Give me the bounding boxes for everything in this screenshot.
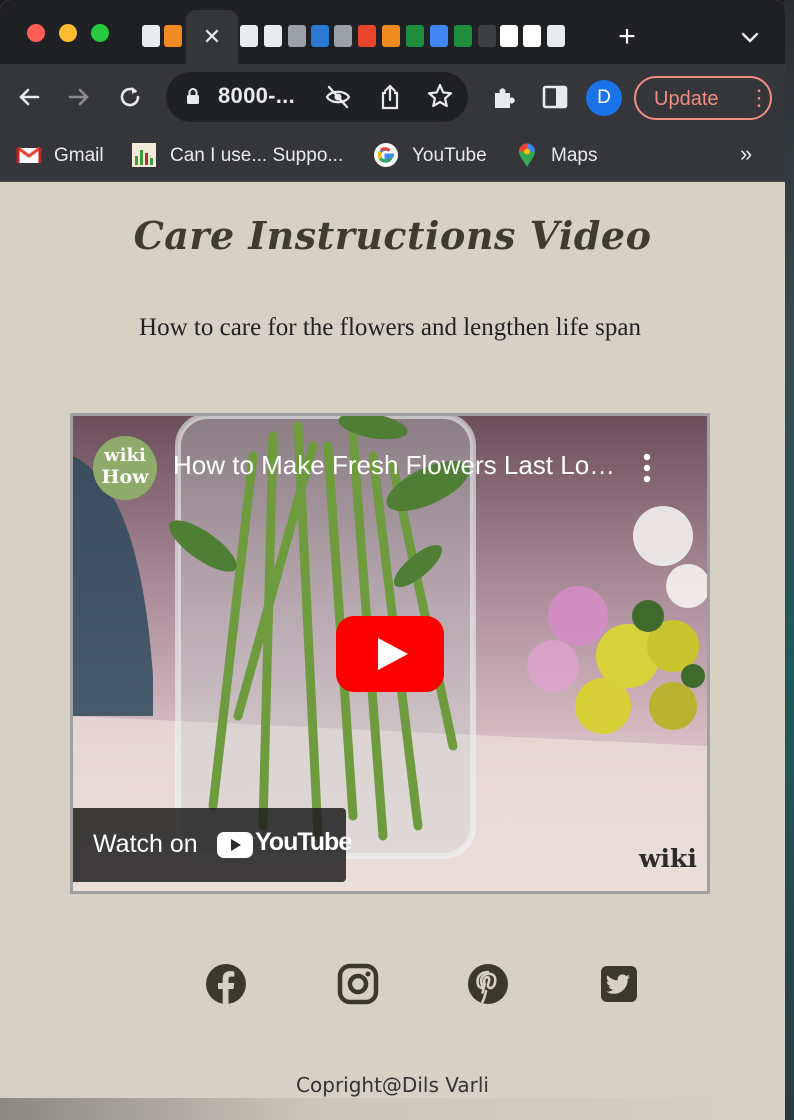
profile-avatar[interactable]: D — [586, 80, 622, 116]
copyright-text: Copright@Dils Varli — [296, 1073, 489, 1097]
twitter-icon[interactable] — [598, 963, 640, 1005]
instagram-icon[interactable] — [337, 963, 379, 1005]
bookmarks-bar: Gmail Can I use... Suppo... YouTube Maps… — [0, 130, 785, 182]
google-icon — [374, 143, 398, 167]
new-tab-button[interactable]: + — [612, 22, 642, 52]
share-icon[interactable] — [378, 83, 402, 111]
back-arrow-icon[interactable] — [14, 82, 44, 112]
more-options-icon[interactable] — [635, 450, 659, 486]
reload-icon[interactable] — [115, 82, 145, 112]
pinterest-icon[interactable] — [467, 963, 509, 1005]
youtube-embed[interactable]: wiki How How to Make Fresh Flowers Last … — [70, 413, 710, 894]
address-bar[interactable]: 8000-... — [166, 72, 468, 122]
tab-favicon[interactable] — [358, 25, 376, 47]
youtube-logo-icon — [217, 832, 253, 858]
page-content: Care Instructions Video How to care for … — [0, 183, 785, 1120]
forward-arrow-icon[interactable] — [64, 82, 94, 112]
tab-favicon[interactable] — [430, 25, 448, 47]
extensions-puzzle-icon[interactable] — [490, 82, 520, 112]
channel-avatar[interactable]: wiki How — [93, 436, 157, 500]
lock-icon[interactable] — [186, 87, 200, 105]
tab-favicon[interactable] — [264, 25, 282, 47]
browser-window: ✕ + 8000-... D Update ⋮ Gmail Can I use.… — [0, 0, 785, 1120]
tab-favicon[interactable] — [454, 25, 472, 47]
address-text[interactable]: 8000-... — [218, 83, 295, 109]
page-subtitle: How to care for the flowers and lengthen… — [139, 314, 641, 341]
maximize-window-button[interactable] — [91, 24, 109, 42]
more-menu-icon[interactable]: ⋮ — [748, 85, 770, 111]
tab-favicon[interactable] — [164, 25, 182, 47]
page-title: Care Instructions Video — [133, 213, 652, 258]
watch-on-youtube-button[interactable]: Watch on YouTube — [73, 808, 352, 882]
tab-favicon[interactable] — [334, 25, 352, 47]
bookmark-maps[interactable]: Maps — [551, 142, 597, 170]
tab-favicon[interactable] — [547, 25, 565, 47]
caniuse-icon — [132, 143, 156, 167]
bookmark-star-icon[interactable] — [426, 82, 454, 110]
update-button[interactable]: Update ⋮ — [634, 76, 772, 120]
maps-icon — [519, 143, 535, 167]
bookmark-youtube[interactable]: YouTube — [412, 142, 487, 170]
side-panel-icon[interactable] — [540, 82, 570, 112]
bookmarks-overflow-icon[interactable]: » — [740, 140, 752, 168]
gmail-icon — [16, 146, 42, 163]
desktop-edge — [784, 0, 794, 1120]
tab-favicon[interactable] — [311, 25, 329, 47]
channel-avatar-line2: How — [101, 466, 149, 488]
tab-favicon[interactable] — [478, 25, 496, 47]
tab-favicon[interactable] — [240, 25, 258, 47]
tab-favicon[interactable] — [142, 25, 160, 47]
bookmark-gmail[interactable]: Gmail — [54, 142, 104, 170]
close-icon[interactable]: ✕ — [199, 24, 225, 50]
youtube-wordmark: YouTube — [255, 828, 352, 856]
tab-favicon[interactable] — [382, 25, 400, 47]
tab-strip: ✕ + — [0, 0, 785, 66]
update-label: Update — [654, 88, 719, 110]
tab-favicon[interactable] — [500, 25, 518, 47]
tab-favicon[interactable] — [406, 25, 424, 47]
browser-toolbar: 8000-... D Update ⋮ — [0, 64, 785, 130]
play-icon[interactable] — [336, 616, 444, 692]
tab-favicon[interactable] — [288, 25, 306, 47]
chevron-down-icon[interactable] — [738, 26, 762, 50]
facebook-icon[interactable] — [205, 963, 247, 1005]
tab-favicon[interactable] — [523, 25, 541, 47]
minimize-window-button[interactable] — [59, 24, 77, 42]
wikihow-watermark: wiki — [639, 844, 697, 873]
watch-on-label: Watch on — [93, 830, 198, 858]
video-title[interactable]: How to Make Fresh Flowers Last Longer — [173, 450, 618, 481]
channel-avatar-line1: wiki — [104, 445, 146, 466]
eye-off-icon[interactable] — [324, 84, 352, 110]
close-window-button[interactable] — [27, 24, 45, 42]
bookmark-caniuse[interactable]: Can I use... Suppo... — [170, 142, 343, 170]
window-shadow — [0, 1098, 785, 1120]
